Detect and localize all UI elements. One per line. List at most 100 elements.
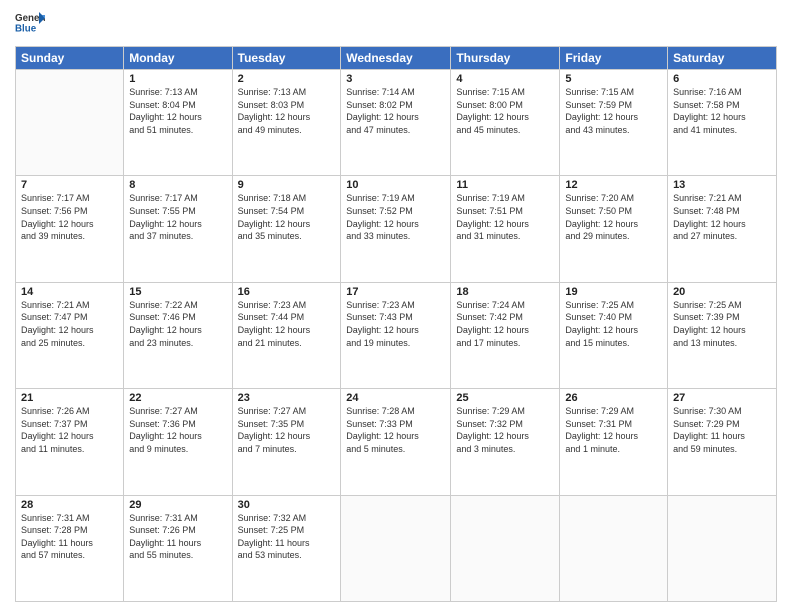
day-info: Sunrise: 7:24 AM Sunset: 7:42 PM Dayligh… (456, 299, 554, 349)
day-number: 17 (346, 286, 445, 298)
calendar-cell: 4Sunrise: 7:15 AM Sunset: 8:00 PM Daylig… (451, 70, 560, 176)
day-number: 6 (673, 73, 771, 85)
svg-text:Blue: Blue (15, 24, 37, 35)
week-row-5: 28Sunrise: 7:31 AM Sunset: 7:28 PM Dayli… (16, 495, 777, 601)
day-number: 1 (129, 73, 226, 85)
calendar-cell (341, 495, 451, 601)
calendar-cell (668, 495, 777, 601)
day-number: 23 (238, 392, 336, 404)
day-number: 16 (238, 286, 336, 298)
day-info: Sunrise: 7:21 AM Sunset: 7:48 PM Dayligh… (673, 192, 771, 242)
calendar-cell: 12Sunrise: 7:20 AM Sunset: 7:50 PM Dayli… (560, 176, 668, 282)
day-info: Sunrise: 7:26 AM Sunset: 7:37 PM Dayligh… (21, 405, 118, 455)
day-info: Sunrise: 7:13 AM Sunset: 8:03 PM Dayligh… (238, 86, 336, 136)
day-number: 20 (673, 286, 771, 298)
calendar-cell: 25Sunrise: 7:29 AM Sunset: 7:32 PM Dayli… (451, 389, 560, 495)
day-info: Sunrise: 7:29 AM Sunset: 7:31 PM Dayligh… (565, 405, 662, 455)
calendar-cell: 7Sunrise: 7:17 AM Sunset: 7:56 PM Daylig… (16, 176, 124, 282)
calendar-cell: 6Sunrise: 7:16 AM Sunset: 7:58 PM Daylig… (668, 70, 777, 176)
day-info: Sunrise: 7:27 AM Sunset: 7:36 PM Dayligh… (129, 405, 226, 455)
week-row-1: 1Sunrise: 7:13 AM Sunset: 8:04 PM Daylig… (16, 70, 777, 176)
day-info: Sunrise: 7:23 AM Sunset: 7:43 PM Dayligh… (346, 299, 445, 349)
day-info: Sunrise: 7:17 AM Sunset: 7:55 PM Dayligh… (129, 192, 226, 242)
day-number: 12 (565, 179, 662, 191)
day-info: Sunrise: 7:29 AM Sunset: 7:32 PM Dayligh… (456, 405, 554, 455)
calendar-cell (16, 70, 124, 176)
logo: General Blue (15, 10, 45, 38)
week-row-3: 14Sunrise: 7:21 AM Sunset: 7:47 PM Dayli… (16, 282, 777, 388)
calendar-cell: 14Sunrise: 7:21 AM Sunset: 7:47 PM Dayli… (16, 282, 124, 388)
calendar-cell: 27Sunrise: 7:30 AM Sunset: 7:29 PM Dayli… (668, 389, 777, 495)
day-info: Sunrise: 7:20 AM Sunset: 7:50 PM Dayligh… (565, 192, 662, 242)
calendar-cell: 22Sunrise: 7:27 AM Sunset: 7:36 PM Dayli… (124, 389, 232, 495)
calendar-cell: 28Sunrise: 7:31 AM Sunset: 7:28 PM Dayli… (16, 495, 124, 601)
logo-icon: General Blue (15, 10, 45, 38)
week-row-4: 21Sunrise: 7:26 AM Sunset: 7:37 PM Dayli… (16, 389, 777, 495)
header: General Blue (15, 10, 777, 38)
calendar-cell: 3Sunrise: 7:14 AM Sunset: 8:02 PM Daylig… (341, 70, 451, 176)
day-number: 2 (238, 73, 336, 85)
calendar-cell: 23Sunrise: 7:27 AM Sunset: 7:35 PM Dayli… (232, 389, 341, 495)
day-number: 7 (21, 179, 118, 191)
day-info: Sunrise: 7:17 AM Sunset: 7:56 PM Dayligh… (21, 192, 118, 242)
calendar-cell: 26Sunrise: 7:29 AM Sunset: 7:31 PM Dayli… (560, 389, 668, 495)
day-number: 9 (238, 179, 336, 191)
day-info: Sunrise: 7:25 AM Sunset: 7:39 PM Dayligh… (673, 299, 771, 349)
day-number: 26 (565, 392, 662, 404)
calendar-cell: 2Sunrise: 7:13 AM Sunset: 8:03 PM Daylig… (232, 70, 341, 176)
weekday-header-row: SundayMondayTuesdayWednesdayThursdayFrid… (16, 47, 777, 70)
week-row-2: 7Sunrise: 7:17 AM Sunset: 7:56 PM Daylig… (16, 176, 777, 282)
day-number: 24 (346, 392, 445, 404)
calendar-cell: 10Sunrise: 7:19 AM Sunset: 7:52 PM Dayli… (341, 176, 451, 282)
weekday-header-tuesday: Tuesday (232, 47, 341, 70)
calendar-cell: 29Sunrise: 7:31 AM Sunset: 7:26 PM Dayli… (124, 495, 232, 601)
day-number: 21 (21, 392, 118, 404)
day-info: Sunrise: 7:15 AM Sunset: 8:00 PM Dayligh… (456, 86, 554, 136)
day-info: Sunrise: 7:13 AM Sunset: 8:04 PM Dayligh… (129, 86, 226, 136)
weekday-header-friday: Friday (560, 47, 668, 70)
day-info: Sunrise: 7:15 AM Sunset: 7:59 PM Dayligh… (565, 86, 662, 136)
day-number: 4 (456, 73, 554, 85)
weekday-header-saturday: Saturday (668, 47, 777, 70)
day-info: Sunrise: 7:28 AM Sunset: 7:33 PM Dayligh… (346, 405, 445, 455)
calendar-table: SundayMondayTuesdayWednesdayThursdayFrid… (15, 46, 777, 602)
calendar-cell: 11Sunrise: 7:19 AM Sunset: 7:51 PM Dayli… (451, 176, 560, 282)
day-info: Sunrise: 7:31 AM Sunset: 7:28 PM Dayligh… (21, 512, 118, 562)
day-info: Sunrise: 7:14 AM Sunset: 8:02 PM Dayligh… (346, 86, 445, 136)
weekday-header-monday: Monday (124, 47, 232, 70)
day-info: Sunrise: 7:32 AM Sunset: 7:25 PM Dayligh… (238, 512, 336, 562)
day-number: 3 (346, 73, 445, 85)
day-number: 15 (129, 286, 226, 298)
day-number: 19 (565, 286, 662, 298)
day-info: Sunrise: 7:23 AM Sunset: 7:44 PM Dayligh… (238, 299, 336, 349)
calendar-cell: 16Sunrise: 7:23 AM Sunset: 7:44 PM Dayli… (232, 282, 341, 388)
day-number: 14 (21, 286, 118, 298)
day-number: 30 (238, 499, 336, 511)
day-info: Sunrise: 7:31 AM Sunset: 7:26 PM Dayligh… (129, 512, 226, 562)
day-number: 13 (673, 179, 771, 191)
calendar-cell: 21Sunrise: 7:26 AM Sunset: 7:37 PM Dayli… (16, 389, 124, 495)
day-info: Sunrise: 7:30 AM Sunset: 7:29 PM Dayligh… (673, 405, 771, 455)
day-number: 18 (456, 286, 554, 298)
weekday-header-wednesday: Wednesday (341, 47, 451, 70)
day-number: 28 (21, 499, 118, 511)
calendar-cell: 1Sunrise: 7:13 AM Sunset: 8:04 PM Daylig… (124, 70, 232, 176)
day-info: Sunrise: 7:19 AM Sunset: 7:51 PM Dayligh… (456, 192, 554, 242)
day-info: Sunrise: 7:22 AM Sunset: 7:46 PM Dayligh… (129, 299, 226, 349)
calendar-cell: 8Sunrise: 7:17 AM Sunset: 7:55 PM Daylig… (124, 176, 232, 282)
day-number: 22 (129, 392, 226, 404)
day-info: Sunrise: 7:27 AM Sunset: 7:35 PM Dayligh… (238, 405, 336, 455)
calendar-cell: 19Sunrise: 7:25 AM Sunset: 7:40 PM Dayli… (560, 282, 668, 388)
day-info: Sunrise: 7:16 AM Sunset: 7:58 PM Dayligh… (673, 86, 771, 136)
day-number: 25 (456, 392, 554, 404)
calendar-cell (451, 495, 560, 601)
day-number: 5 (565, 73, 662, 85)
calendar-cell: 20Sunrise: 7:25 AM Sunset: 7:39 PM Dayli… (668, 282, 777, 388)
calendar-cell: 24Sunrise: 7:28 AM Sunset: 7:33 PM Dayli… (341, 389, 451, 495)
calendar-cell: 5Sunrise: 7:15 AM Sunset: 7:59 PM Daylig… (560, 70, 668, 176)
day-info: Sunrise: 7:19 AM Sunset: 7:52 PM Dayligh… (346, 192, 445, 242)
calendar-cell: 18Sunrise: 7:24 AM Sunset: 7:42 PM Dayli… (451, 282, 560, 388)
calendar-cell: 13Sunrise: 7:21 AM Sunset: 7:48 PM Dayli… (668, 176, 777, 282)
weekday-header-thursday: Thursday (451, 47, 560, 70)
day-number: 29 (129, 499, 226, 511)
